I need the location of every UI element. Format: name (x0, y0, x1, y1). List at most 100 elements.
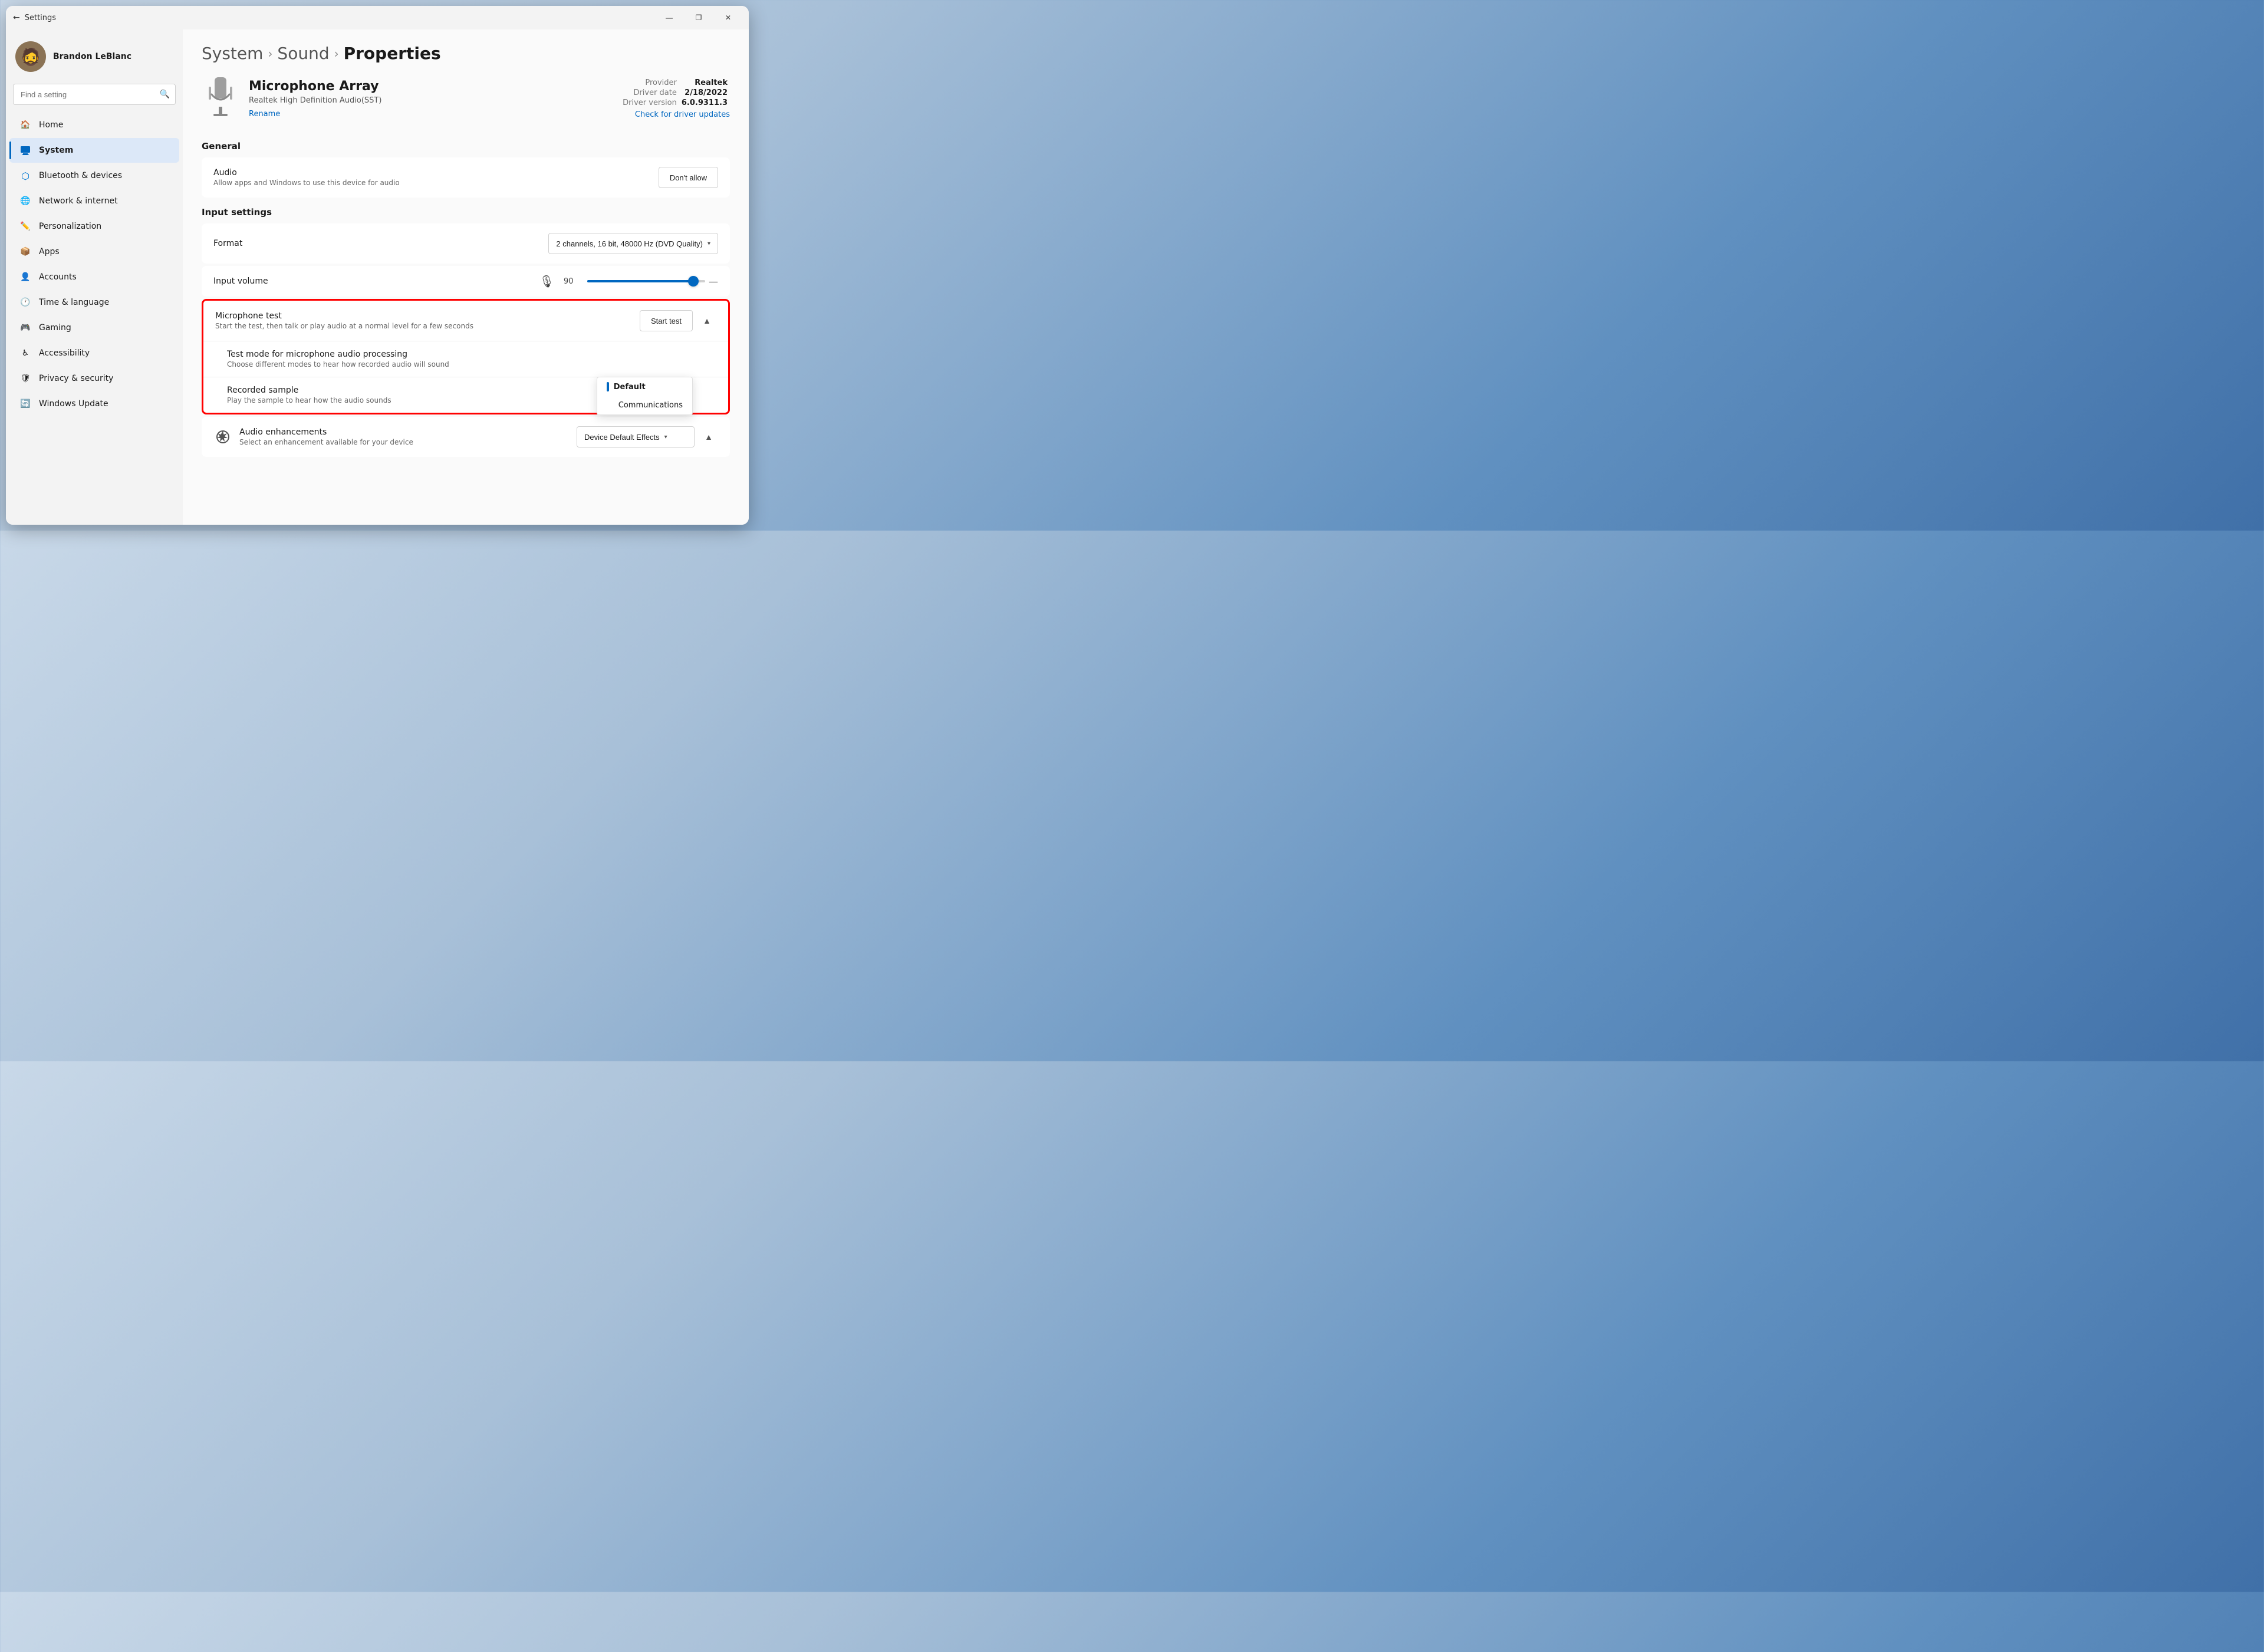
sidebar-item-update[interactable]: 🔄 Windows Update (9, 391, 179, 416)
user-profile[interactable]: 🧔 Brandon LeBlanc (6, 37, 183, 81)
volume-number: 90 (564, 277, 578, 286)
sidebar-item-network[interactable]: 🌐 Network & internet (9, 189, 179, 213)
enhancement-dropdown-value: Device Default Effects (584, 433, 660, 442)
volume-label: Input volume (213, 277, 530, 286)
gaming-icon: 🎮 (19, 321, 32, 334)
sidebar-item-privacy[interactable]: 🛡 Privacy & security (9, 366, 179, 391)
minimize-button[interactable]: — (656, 8, 683, 27)
format-dropdown-value: 2 channels, 16 bit, 48000 Hz (DVD Qualit… (556, 239, 703, 248)
dont-allow-button[interactable]: Don't allow (659, 167, 718, 188)
provider-label: Provider (620, 78, 679, 88)
main-content: System › Sound › Properties (183, 29, 749, 525)
volume-slider-track[interactable] (587, 280, 705, 282)
rename-link[interactable]: Rename (249, 110, 280, 119)
content-area: 🧔 Brandon LeBlanc 🔍 🏠 Home (6, 29, 749, 525)
test-mode-dropdown-popup: Default Communications (597, 377, 693, 415)
dropdown-item-communications[interactable]: Communications (597, 396, 692, 414)
sidebar-item-apps[interactable]: 📦 Apps (9, 239, 179, 264)
sidebar-item-gaming[interactable]: 🎮 Gaming (9, 315, 179, 340)
start-test-button[interactable]: Start test (640, 310, 693, 331)
close-button[interactable]: ✕ (715, 8, 742, 27)
expanded-content: Test mode for microphone audio processin… (203, 341, 728, 413)
format-dropdown-arrow: ▾ (708, 241, 710, 247)
sidebar-item-home[interactable]: 🏠 Home (9, 113, 179, 137)
audio-enhancements-row: Audio enhancements Select an enhancement… (202, 417, 730, 457)
enhancement-text: Audio enhancements Select an enhancement… (239, 427, 570, 446)
audio-row: Audio Allow apps and Windows to use this… (202, 157, 730, 198)
format-card: Format 2 channels, 16 bit, 48000 Hz (DVD… (202, 223, 730, 264)
enhancement-dropdown[interactable]: Device Default Effects ▾ (577, 426, 695, 447)
device-subtitle: Realtek High Definition Audio(SST) (249, 96, 611, 105)
test-mode-desc: Choose different modes to hear how recor… (227, 360, 716, 368)
sidebar-item-label: Gaming (39, 323, 71, 333)
audio-title: Audio (213, 168, 651, 177)
test-mode-row: Test mode for microphone audio processin… (203, 341, 728, 377)
sidebar-item-label: Windows Update (39, 399, 108, 409)
general-section-label: General (202, 141, 730, 152)
enhancement-dropdown-wrap: Device Default Effects ▾ ▲ (577, 426, 718, 447)
device-info: Microphone Array Realtek High Definition… (249, 79, 611, 119)
sidebar-item-system[interactable]: System (9, 138, 179, 163)
sidebar-item-personalization[interactable]: ✏️ Personalization (9, 214, 179, 239)
enhancement-title: Audio enhancements (239, 427, 570, 437)
sidebar-item-label: Privacy & security (39, 374, 113, 383)
sidebar-item-label: Network & internet (39, 196, 118, 206)
format-row-text: Format (213, 239, 541, 248)
sidebar: 🧔 Brandon LeBlanc 🔍 🏠 Home (6, 29, 183, 525)
volume-slider-thumb[interactable] (688, 276, 699, 287)
microphone-small-icon: 🎙 (539, 274, 554, 288)
enhancement-desc: Select an enhancement available for your… (239, 438, 570, 446)
device-header: Microphone Array Realtek High Definition… (202, 75, 730, 127)
selected-indicator (607, 382, 609, 391)
audio-row-text: Audio Allow apps and Windows to use this… (213, 168, 651, 187)
sidebar-item-bluetooth[interactable]: ⬡ Bluetooth & devices (9, 163, 179, 188)
personalization-icon: ✏️ (19, 220, 32, 233)
volume-mute-icon[interactable]: — (709, 276, 718, 287)
accessibility-icon: ♿ (19, 347, 32, 360)
enhancement-dropdown-arrow: ▾ (664, 434, 667, 440)
format-title: Format (213, 239, 541, 248)
bluetooth-icon: ⬡ (19, 169, 32, 182)
driver-date-value: 2/18/2022 (679, 88, 730, 98)
sidebar-nav: 🏠 Home System ⬡ Bluetooth & de (6, 112, 183, 417)
format-dropdown[interactable]: 2 channels, 16 bit, 48000 Hz (DVD Qualit… (548, 233, 718, 254)
mic-test-desc: Start the test, then talk or play audio … (215, 322, 640, 330)
sidebar-item-label: Accessibility (39, 348, 90, 358)
sidebar-item-accessibility[interactable]: ♿ Accessibility (9, 341, 179, 366)
dropdown-item-default[interactable]: Default (597, 377, 692, 396)
apps-icon: 📦 (19, 245, 32, 258)
provider-value: Realtek (679, 78, 730, 88)
titlebar: ← Settings — ❐ ✕ (6, 6, 749, 29)
search-input[interactable] (13, 84, 176, 105)
test-mode-text: Test mode for microphone audio processin… (227, 350, 716, 368)
breadcrumb-current: Properties (344, 44, 441, 63)
maximize-button[interactable]: ❐ (685, 8, 712, 27)
sidebar-item-label: Personalization (39, 222, 101, 231)
sidebar-item-label: Home (39, 120, 63, 130)
sidebar-item-time[interactable]: 🕐 Time & language (9, 290, 179, 315)
breadcrumb-sound[interactable]: Sound (277, 44, 329, 63)
time-icon: 🕐 (19, 296, 32, 309)
dropdown-item-label: Default (614, 383, 646, 391)
enhancement-collapse-button[interactable]: ▲ (699, 427, 718, 446)
device-meta: Provider Realtek Driver date 2/18/2022 D… (620, 78, 730, 119)
settings-window: ← Settings — ❐ ✕ 🧔 Brandon LeBlanc 🔍 (6, 6, 749, 525)
mic-test-collapse-button[interactable]: ▲ (697, 311, 716, 330)
titlebar-controls: — ❐ ✕ (656, 8, 742, 27)
sidebar-item-label: Time & language (39, 298, 109, 307)
enhancement-icon (213, 427, 232, 446)
device-name: Microphone Array (249, 79, 611, 94)
breadcrumb-system[interactable]: System (202, 44, 263, 63)
check-driver-link[interactable]: Check for driver updates (620, 110, 730, 119)
driver-date-label: Driver date (620, 88, 679, 98)
search-box: 🔍 (13, 84, 176, 105)
breadcrumb-sep-2: › (334, 47, 339, 61)
back-icon[interactable]: ← (13, 13, 20, 22)
home-icon: 🏠 (19, 119, 32, 131)
sidebar-item-accounts[interactable]: 👤 Accounts (9, 265, 179, 289)
breadcrumb-sep-1: › (268, 47, 272, 61)
avatar: 🧔 (15, 41, 46, 72)
general-card: Audio Allow apps and Windows to use this… (202, 157, 730, 198)
breadcrumb: System › Sound › Properties (202, 44, 730, 63)
format-row: Format 2 channels, 16 bit, 48000 Hz (DVD… (202, 223, 730, 264)
